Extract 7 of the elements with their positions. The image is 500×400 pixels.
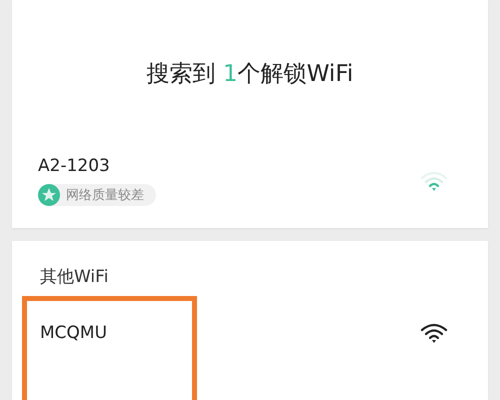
wifi-icon	[420, 322, 448, 344]
wifi-icon	[420, 170, 448, 192]
network-name[interactable]: MCQMU	[40, 323, 108, 343]
network-name[interactable]: A2-1203	[38, 156, 110, 176]
quality-badge: 网络质量较差	[38, 184, 156, 206]
result-title: 搜索到 1个解锁WiFi	[146, 60, 354, 89]
section-heading: 其他WiFi	[39, 266, 110, 288]
